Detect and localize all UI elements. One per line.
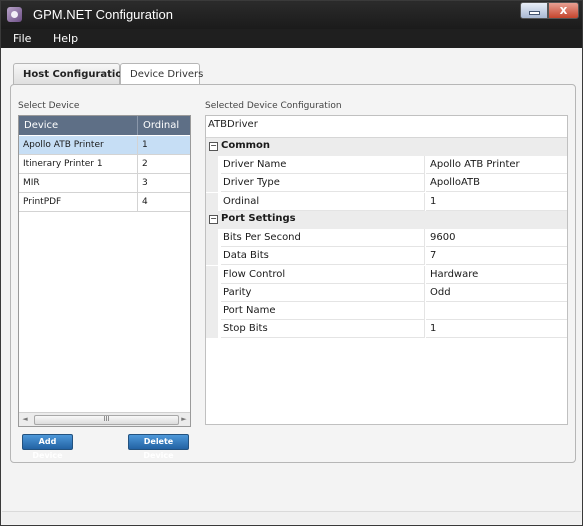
property-value[interactable]: ApolloATB: [426, 174, 567, 193]
device-ordinal-cell: 3: [142, 178, 148, 188]
device-row[interactable]: Itinerary Printer 1 2: [19, 155, 190, 174]
row-margin: [206, 192, 218, 211]
collapse-icon[interactable]: −: [209, 142, 218, 151]
property-row[interactable]: Data Bits 7: [206, 247, 567, 266]
row-margin: [206, 247, 218, 266]
column-device[interactable]: Device: [19, 116, 137, 135]
property-row[interactable]: Driver Type ApolloATB: [206, 174, 567, 193]
title-bar[interactable]: GPM.NET Configuration x: [1, 1, 582, 29]
property-grid[interactable]: ATBDriver − Common Driver Name Apollo ATB P…: [205, 115, 568, 425]
device-row[interactable]: MIR 3: [19, 174, 190, 193]
driver-name-header: ATBDriver: [208, 119, 258, 130]
property-name: Driver Type: [221, 174, 425, 193]
property-name: Flow Control: [221, 265, 425, 284]
minimize-button[interactable]: [520, 2, 548, 19]
row-margin: [206, 302, 218, 321]
property-name: Port Name: [221, 302, 425, 321]
tab-device-drivers[interactable]: Device Drivers: [120, 63, 203, 85]
device-list[interactable]: Device Ordinal Apollo ATB Printer 1 Itiner…: [18, 115, 191, 427]
device-ordinal-cell: 4: [142, 197, 148, 207]
select-device-label: Select Device: [18, 101, 80, 111]
property-value[interactable]: 7: [426, 247, 567, 266]
row-margin: [206, 228, 218, 247]
app-icon: [7, 7, 22, 22]
scroll-right-icon[interactable]: ►: [178, 413, 190, 426]
property-value[interactable]: 1: [426, 320, 567, 339]
window-title: GPM.NET Configuration: [33, 7, 173, 22]
row-margin: [206, 174, 218, 193]
device-name-cell: PrintPDF: [23, 197, 62, 207]
add-device-button[interactable]: Add Device: [22, 434, 73, 460]
device-ordinal-cell: 1: [142, 140, 148, 150]
property-row[interactable]: Bits Per Second 9600: [206, 228, 567, 247]
property-value[interactable]: Odd: [426, 284, 567, 302]
row-margin: [206, 156, 218, 174]
category-row[interactable]: − Port Settings: [206, 210, 567, 229]
row-margin: [206, 320, 218, 339]
device-name-cell: Apollo ATB Printer: [23, 140, 104, 150]
grip-icon: III: [103, 415, 110, 423]
property-row[interactable]: Flow Control Hardware: [206, 265, 567, 284]
scroll-left-icon[interactable]: ◄: [19, 413, 31, 426]
device-name-cell: Itinerary Printer 1: [23, 159, 103, 169]
property-value[interactable]: Apollo ATB Printer: [426, 156, 567, 174]
device-row[interactable]: PrintPDF 4: [19, 193, 190, 212]
row-margin: [206, 265, 218, 284]
property-row[interactable]: Port Name: [206, 302, 567, 321]
property-value[interactable]: [426, 302, 567, 321]
delete-device-button[interactable]: Delete Device: [128, 434, 189, 460]
close-button[interactable]: x: [548, 2, 579, 19]
category-row[interactable]: − Common: [206, 138, 567, 156]
property-value[interactable]: 1: [426, 193, 567, 211]
tab-host-configurations[interactable]: Host Configurations: [13, 63, 135, 85]
property-name: Parity: [221, 283, 425, 302]
property-name: Ordinal: [221, 192, 425, 211]
property-row[interactable]: Stop Bits 1: [206, 320, 567, 339]
property-value[interactable]: 9600: [426, 229, 567, 247]
property-row[interactable]: Ordinal 1: [206, 192, 567, 211]
scroll-thumb[interactable]: III: [34, 415, 179, 425]
selected-config-label: Selected Device Configuration: [205, 101, 342, 111]
category-label: Port Settings: [221, 212, 296, 224]
app-window: GPM.NET Configuration x File Help Host C…: [0, 0, 583, 526]
property-value[interactable]: Hardware: [426, 266, 567, 284]
device-ordinal-cell: 2: [142, 159, 148, 169]
row-margin: [206, 283, 218, 302]
property-name: Driver Name: [221, 156, 425, 174]
device-list-header: Device Ordinal: [19, 116, 190, 135]
close-icon: x: [559, 3, 568, 17]
collapse-icon[interactable]: −: [209, 214, 218, 224]
menu-help[interactable]: Help: [53, 32, 78, 45]
property-name: Data Bits: [221, 247, 425, 266]
property-name: Bits Per Second: [221, 228, 425, 247]
horizontal-scrollbar[interactable]: ◄ III ►: [19, 412, 190, 426]
category-label: Common: [221, 140, 271, 151]
column-ordinal[interactable]: Ordinal: [138, 116, 190, 135]
menu-file[interactable]: File: [13, 32, 31, 45]
menu-bar: File Help: [1, 29, 582, 48]
device-row[interactable]: Apollo ATB Printer 1: [19, 136, 190, 155]
device-name-cell: MIR: [23, 178, 40, 188]
status-bar: [2, 511, 581, 524]
property-row[interactable]: Driver Name Apollo ATB Printer: [206, 156, 567, 174]
property-name: Stop Bits: [221, 320, 425, 339]
property-row[interactable]: Parity Odd: [206, 283, 567, 302]
